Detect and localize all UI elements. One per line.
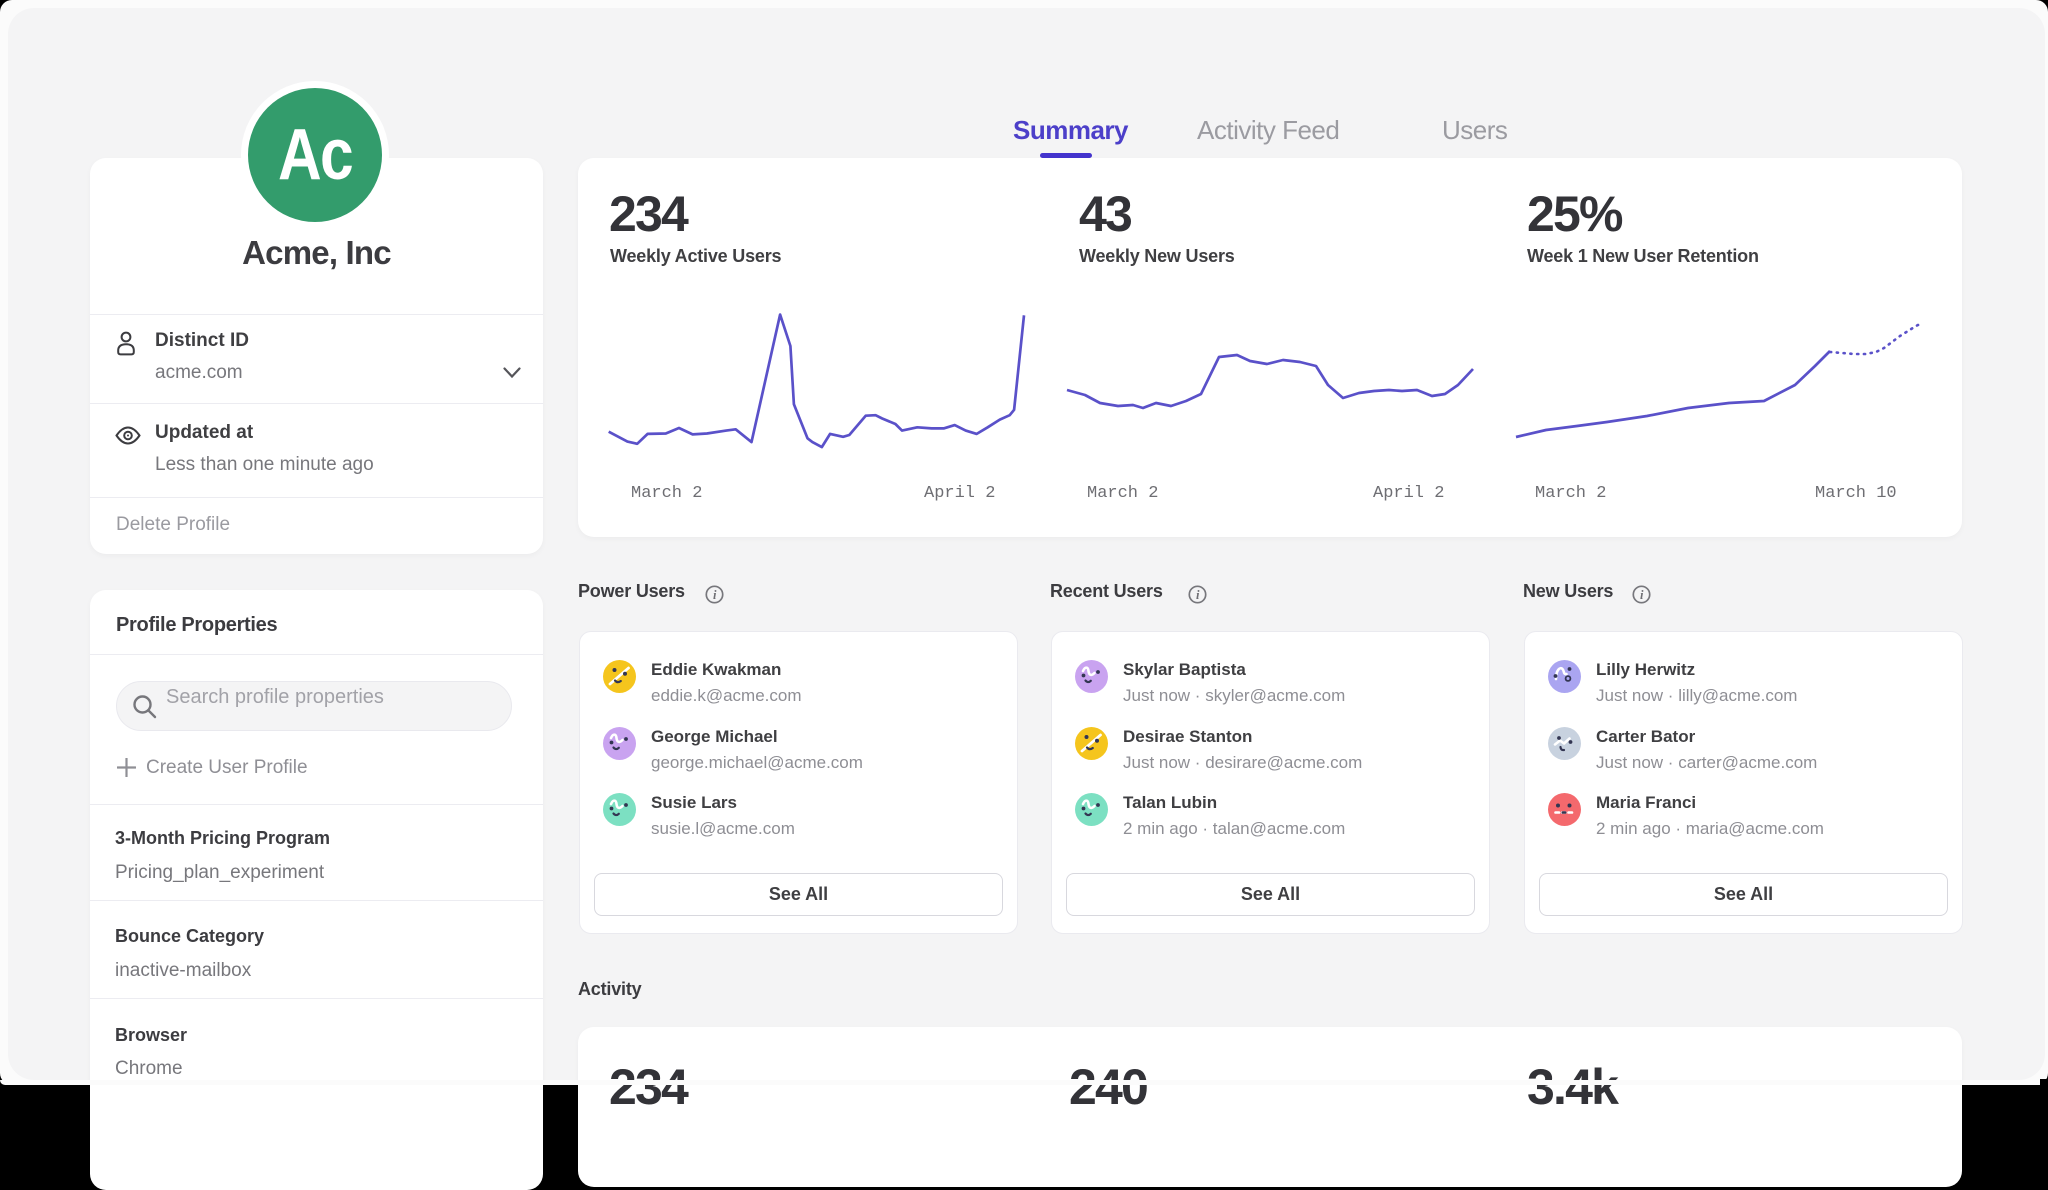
- svg-text:i: i: [713, 588, 717, 602]
- svg-text:i: i: [1640, 588, 1644, 602]
- svg-text:i: i: [1196, 588, 1200, 602]
